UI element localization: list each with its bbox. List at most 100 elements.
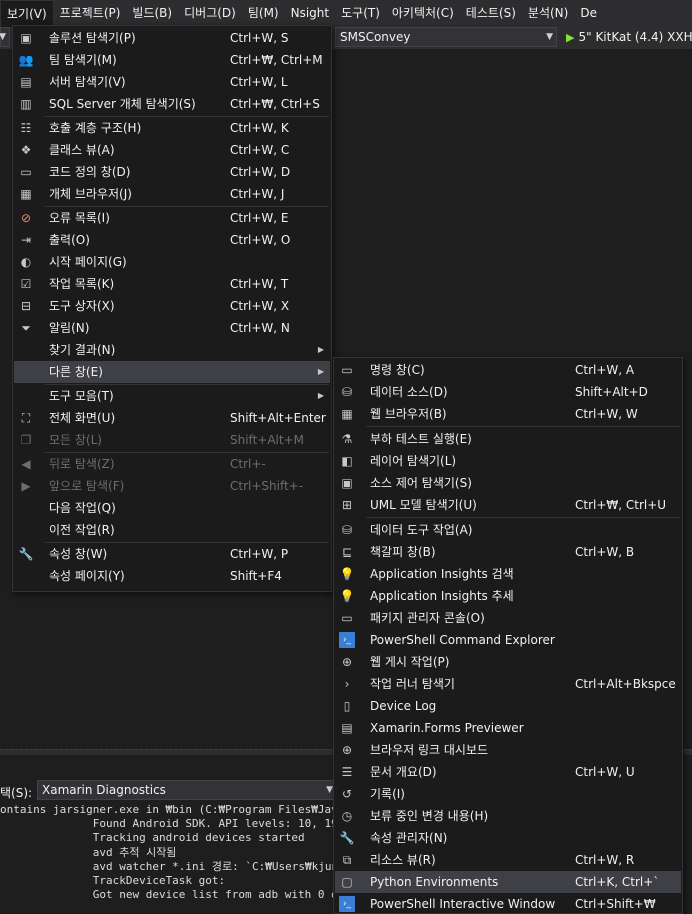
output-line: Got new device list from adb with 0 dev <box>0 888 351 902</box>
menu-item-label: SQL Server 개체 탐색기(S) <box>49 97 196 111</box>
menu-item-previous-task[interactable]: 이전 작업(R) <box>14 519 330 541</box>
menu-item-class-view[interactable]: ❖ 클래스 뷰(A) Ctrl+W, C <box>14 139 330 161</box>
server-explorer-icon: ▤ <box>20 75 32 89</box>
menu-item-code-definition-window[interactable]: ▭ 코드 정의 창(D) Ctrl+W, D <box>14 161 330 183</box>
menu-item-layer-explorer[interactable]: ◧ 레이어 탐색기(L) <box>335 450 681 472</box>
menu-item-package-manager-console[interactable]: ▭ 패키지 관리자 콘솔(O) <box>335 607 681 629</box>
menu-item-data-tools-operations[interactable]: ⛁ 데이터 도구 작업(A) <box>335 519 681 541</box>
chevron-down-icon: ▼ <box>546 32 553 42</box>
menu-item-web-publish-activity[interactable]: ⊕ 웹 게시 작업(P) <box>335 651 681 673</box>
menu-item-label: PowerShell Interactive Window <box>370 897 556 911</box>
menu-item-source-control-explorer[interactable]: ▣ 소스 제어 탐색기(S) <box>335 472 681 494</box>
menu-item-shortcut: Ctrl+W, W <box>575 407 638 421</box>
menu-item-solution-explorer[interactable]: ▣ 솔루션 탐색기(P) Ctrl+W, S <box>14 27 330 49</box>
menubar-item[interactable]: Nsight <box>285 0 336 27</box>
project-combo[interactable]: SMSConvey ▼ <box>335 27 557 47</box>
menu-item-label: 오류 목록(I) <box>49 211 110 225</box>
menu-item-shortcut: Ctrl+W, E <box>230 211 289 225</box>
menu-item-navigate-forward: ▶ 앞으로 탐색(F) Ctrl+Shift+- <box>14 475 330 497</box>
menubar-item[interactable]: 도구(T) <box>335 0 386 27</box>
submenu-arrow-icon: ▶ <box>317 367 324 376</box>
menu-item-server-explorer[interactable]: ▤ 서버 탐색기(V) Ctrl+W, L <box>14 71 330 93</box>
menu-item-notifications[interactable]: ⏷ 알림(N) Ctrl+W, N <box>14 317 330 339</box>
menu-item-label: 웹 게시 작업(P) <box>370 655 450 669</box>
menubar-item[interactable]: 테스트(S) <box>460 0 522 27</box>
menu-item-application-insights-trends[interactable]: 💡 Application Insights 추세 <box>335 585 681 607</box>
menubar-item[interactable]: 프로젝트(P) <box>54 0 127 27</box>
menu-item-next-task[interactable]: 다음 작업(Q) <box>14 497 330 519</box>
menu-item-property-manager[interactable]: 🔧 속성 관리자(N) <box>335 827 681 849</box>
menu-item-output[interactable]: ⇥ 출력(O) Ctrl+W, O <box>14 229 330 251</box>
menu-item-label: 데이터 소스(D) <box>370 385 448 399</box>
data-tools-icon: ⛁ <box>341 523 353 537</box>
menu-item-shortcut: Ctrl+W, L <box>230 75 288 89</box>
menu-item-label: 알림(N) <box>49 321 90 335</box>
menu-item-shortcut: Ctrl+W, P <box>230 547 289 561</box>
toolbar-left-dropdown[interactable]: ▼ <box>0 27 10 47</box>
menu-item-other-windows[interactable]: 다른 창(E) ▶ <box>14 361 330 383</box>
menu-item-shortcut: Ctrl+W, U <box>575 765 635 779</box>
menubar-item[interactable]: 보기(V) <box>0 0 54 27</box>
menu-separator <box>366 426 680 427</box>
menu-item-python-environments[interactable]: ▢ Python Environments Ctrl+K, Ctrl+` <box>335 871 681 893</box>
menu-item-application-insights-search[interactable]: 💡 Application Insights 검색 <box>335 563 681 585</box>
menu-item-pending-changes[interactable]: ◷ 보류 중인 변경 내용(H) <box>335 805 681 827</box>
menu-item-xamarin-forms-previewer[interactable]: ▤ Xamarin.Forms Previewer <box>335 717 681 739</box>
menu-item-load-test-runs[interactable]: ⚗ 부하 테스트 실행(E) <box>335 428 681 450</box>
output-line: TrackDeviceTask got: <box>0 874 226 888</box>
menu-item-powershell-command-explorer[interactable]: ›_ PowerShell Command Explorer <box>335 629 681 651</box>
menubar-item[interactable]: 분석(N) <box>522 0 574 27</box>
chevron-down-icon: ▼ <box>0 32 6 42</box>
menu-item-shortcut: Ctrl+- <box>230 457 266 471</box>
resource-view-icon: ⧉ <box>342 853 352 867</box>
menu-item-team-explorer[interactable]: 👥 팀 탐색기(M) Ctrl+₩, Ctrl+M <box>14 49 330 71</box>
menu-item-object-browser[interactable]: ▦ 개체 브라우저(J) Ctrl+W, J <box>14 183 330 205</box>
menu-item-error-list[interactable]: ⊘ 오류 목록(I) Ctrl+W, E <box>14 207 330 229</box>
solution-explorer-icon: ▣ <box>20 31 32 45</box>
output-line: avd 추적 시작됨 <box>0 845 177 859</box>
menu-item-browser-link-dashboard[interactable]: ⊕ 브라우저 링크 대시보드 <box>335 739 681 761</box>
menu-item-command-window[interactable]: ▭ 명령 창(C) Ctrl+W, A <box>335 359 681 381</box>
menu-item-property-pages[interactable]: 속성 페이지(Y) Shift+F4 <box>14 565 330 587</box>
menubar-item[interactable]: De <box>574 0 603 27</box>
menu-item-shortcut: Ctrl+₩, Ctrl+U <box>575 498 667 512</box>
menu-item-toolbox[interactable]: ⊟ 도구 상자(X) Ctrl+W, X <box>14 295 330 317</box>
menu-item-shortcut: Ctrl+Shift+₩ <box>575 897 656 911</box>
menu-item-start-page[interactable]: ◐ 시작 페이지(G) <box>14 251 330 273</box>
menu-item-sql-server-object-explorer[interactable]: ▥ SQL Server 개체 탐색기(S) Ctrl+₩, Ctrl+S <box>14 93 330 115</box>
code-definition-icon: ▭ <box>20 165 32 179</box>
menubar-item[interactable]: 디버그(D) <box>178 0 242 27</box>
full-screen-icon: ⛶ <box>21 411 31 425</box>
menu-item-bookmark-window[interactable]: ⊑ 책갈피 창(B) Ctrl+W, B <box>335 541 681 563</box>
data-sources-icon: ⛁ <box>341 385 353 399</box>
notifications-icon: ⏷ <box>21 321 31 335</box>
menubar-item[interactable]: 팀(M) <box>242 0 285 27</box>
menu-item-data-sources[interactable]: ⛁ 데이터 소스(D) Shift+Alt+D <box>335 381 681 403</box>
menu-item-label: Xamarin.Forms Previewer <box>370 721 524 735</box>
menu-item-toolbars[interactable]: 도구 모음(T) ▶ <box>14 385 330 407</box>
menu-item-resource-view[interactable]: ⧉ 리소스 뷰(R) Ctrl+W, R <box>335 849 681 871</box>
menu-item-device-log[interactable]: ▯ Device Log <box>335 695 681 717</box>
output-source-combo[interactable]: Xamarin Diagnostics ▼ <box>37 780 337 800</box>
menubar-item[interactable]: 빌드(B) <box>126 0 178 27</box>
menu-item-task-list[interactable]: ☑ 작업 목록(K) Ctrl+W, T <box>14 273 330 295</box>
menu-item-task-runner-explorer[interactable]: › 작업 러너 탐색기 Ctrl+Alt+Bkspce <box>335 673 681 695</box>
menu-item-history[interactable]: ↺ 기록(I) <box>335 783 681 805</box>
menu-item-document-outline[interactable]: ☰ 문서 개요(D) Ctrl+W, U <box>335 761 681 783</box>
menu-item-navigate-backward: ◀ 뒤로 탐색(Z) Ctrl+- <box>14 453 330 475</box>
menu-item-uml-model-explorer[interactable]: ⊞ UML 모델 탐색기(U) Ctrl+₩, Ctrl+U <box>335 494 681 516</box>
task-list-icon: ☑ <box>20 277 32 291</box>
menu-item-properties-window[interactable]: 🔧 속성 창(W) Ctrl+W, P <box>14 543 330 565</box>
menu-item-find-results[interactable]: 찾기 결과(N) ▶ <box>14 339 330 361</box>
run-button[interactable]: ▶ 5" KitKat (4.4) XXHD <box>566 27 692 47</box>
call-hierarchy-icon: ☷ <box>20 121 32 135</box>
menu-item-full-screen[interactable]: ⛶ 전체 화면(U) Shift+Alt+Enter <box>14 407 330 429</box>
submenu-arrow-icon: ▶ <box>317 391 324 400</box>
view-menu: ▣ 솔루션 탐색기(P) Ctrl+W, S 👥 팀 탐색기(M) Ctrl+₩, Ctr… <box>12 25 332 592</box>
menu-item-call-hierarchy[interactable]: ☷ 호출 계층 구조(H) Ctrl+W, K <box>14 117 330 139</box>
menu-item-powershell-interactive-window[interactable]: ›_ PowerShell Interactive Window Ctrl+Shif… <box>335 893 681 914</box>
output-text[interactable]: ontains jarsigner.exe in ₩bin (C:₩Progra… <box>0 803 371 902</box>
menubar-item[interactable]: 아키텍처(C) <box>386 0 460 27</box>
menu-item-label: 부하 테스트 실행(E) <box>370 432 472 446</box>
menu-item-web-browser[interactable]: ▦ 웹 브라우저(B) Ctrl+W, W <box>335 403 681 425</box>
